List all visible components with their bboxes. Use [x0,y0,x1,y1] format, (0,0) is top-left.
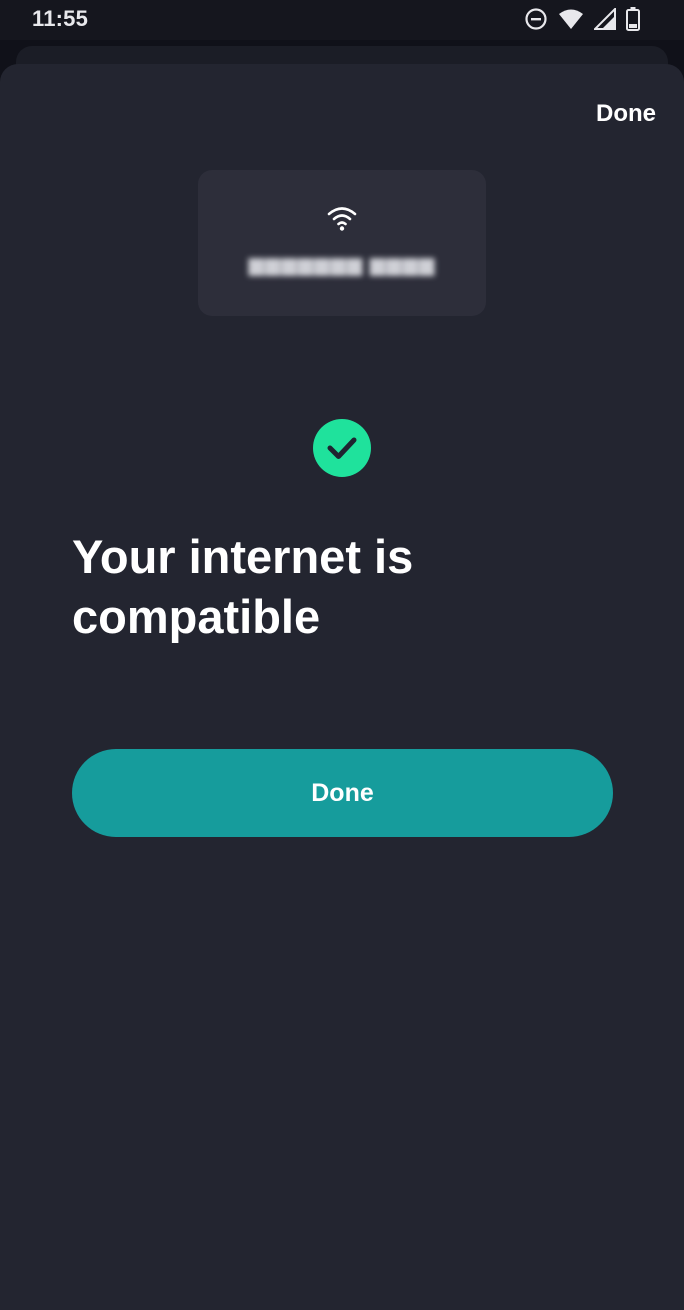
status-bar: 11:55 [0,0,684,40]
top-done-button[interactable]: Done [596,100,656,128]
status-time: 11:55 [32,6,89,31]
do-not-disturb-icon [524,7,548,31]
result-sheet: Done ▆▆▆▆▆▆▆ ▆▆▆▆ Your internet is compa… [0,64,684,1310]
network-card: ▆▆▆▆▆▆▆ ▆▆▆▆ [198,170,486,316]
check-circle-icon [313,419,371,477]
result-headline: Your internet is compatible [72,530,414,643]
wifi-signal-icon [558,8,584,30]
wifi-icon [326,204,358,237]
done-button[interactable]: Done [72,749,613,837]
battery-icon [626,7,640,31]
network-name: ▆▆▆▆▆▆▆ ▆▆▆▆ [248,254,436,276]
status-icons [524,6,640,32]
cell-signal-icon [594,8,616,30]
